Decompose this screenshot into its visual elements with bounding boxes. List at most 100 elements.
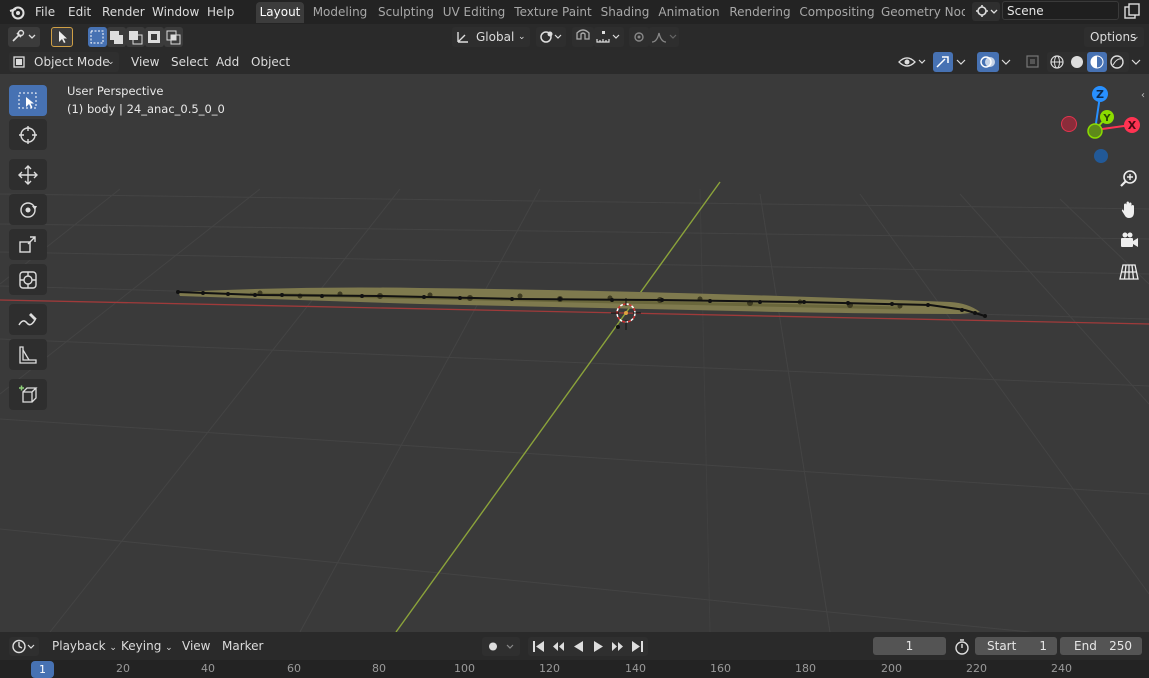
- proportional-falloff-icon[interactable]: [649, 27, 679, 47]
- jump-to-prev-keyframe-icon[interactable]: [548, 637, 568, 656]
- menu-help[interactable]: Help: [201, 3, 240, 21]
- solid-shading-icon[interactable]: [1067, 52, 1087, 72]
- overlays-dropdown-icon[interactable]: [999, 52, 1015, 72]
- select-box-tool-icon[interactable]: [9, 85, 47, 116]
- rotate-tool-icon[interactable]: [9, 194, 47, 225]
- scale-tool-icon[interactable]: [9, 229, 47, 260]
- tab-compositing[interactable]: Compositing: [799, 2, 875, 23]
- editor-type-dropdown[interactable]: [8, 27, 40, 47]
- sidebar-toggle-icon[interactable]: ‹: [1141, 90, 1145, 101]
- tab-uv-editing[interactable]: UV Editing: [442, 2, 506, 23]
- 3d-viewport[interactable]: User Perspective (1) body | 24_anac_0.5_…: [0, 74, 1149, 632]
- tab-modeling[interactable]: Modeling: [310, 2, 370, 23]
- transform-orientation-dropdown[interactable]: Global ⌄: [452, 27, 530, 47]
- xray-toggle-icon[interactable]: [1024, 52, 1042, 72]
- annotate-tool-icon[interactable]: [9, 304, 47, 335]
- auto-keying-toggle[interactable]: [482, 637, 520, 656]
- menu-window[interactable]: Window: [146, 3, 205, 21]
- start-frame-value: 1: [1039, 639, 1047, 653]
- navigation-gizmo[interactable]: Z Y X: [1058, 84, 1144, 168]
- ruler-tick: 160: [710, 662, 731, 675]
- tool-settings-header: Global ⌄ Options ⌄: [0, 24, 1149, 50]
- y-axis-line: [395, 181, 721, 632]
- gizmo-neg-y-icon: [1087, 123, 1103, 139]
- scene-selector-icon[interactable]: [972, 2, 1000, 21]
- snap-target-icon[interactable]: [594, 27, 624, 47]
- preview-range-stopwatch-icon[interactable]: [952, 637, 972, 656]
- shading-dropdown-icon[interactable]: [1129, 52, 1145, 72]
- cursor-tool-icon[interactable]: [9, 119, 47, 150]
- gizmo-dropdown-icon[interactable]: [954, 52, 970, 72]
- keying-menu[interactable]: Keying ⌄: [116, 637, 178, 655]
- selection-new-icon[interactable]: [88, 27, 107, 47]
- current-frame-indicator[interactable]: 1: [31, 661, 54, 678]
- material-preview-shading-icon[interactable]: [1087, 52, 1107, 72]
- pivot-point-icon[interactable]: [536, 27, 566, 47]
- selection-invert-icon[interactable]: [145, 27, 164, 47]
- orthographic-toggle-icon[interactable]: [1117, 260, 1141, 284]
- view-perspective-label: User Perspective: [67, 84, 164, 98]
- new-scene-icon[interactable]: [1122, 2, 1142, 21]
- mode-dropdown[interactable]: Object Mode ⌄: [9, 52, 119, 72]
- menu-file[interactable]: File: [29, 3, 61, 21]
- timeline-header: Playback ⌄ Keying ⌄ View Marker 1 Start …: [0, 632, 1149, 660]
- timeline-view-menu[interactable]: View: [177, 637, 215, 655]
- tab-sculpting[interactable]: Sculpting: [376, 2, 436, 23]
- gizmo-neg-z-icon: [1094, 149, 1108, 163]
- menu-edit[interactable]: Edit: [62, 3, 97, 21]
- active-object-label: (1) body | 24_anac_0.5_0_0: [67, 102, 225, 116]
- play-icon[interactable]: [588, 637, 608, 656]
- gizmo-toggle-icon[interactable]: [933, 52, 953, 72]
- proportional-editing-icon[interactable]: [629, 27, 649, 47]
- add-menu[interactable]: Add: [211, 53, 244, 71]
- selection-intersect-icon[interactable]: [164, 27, 183, 47]
- keying-menu-label: Keying: [121, 639, 162, 653]
- camera-view-icon[interactable]: [1117, 229, 1141, 253]
- object-menu[interactable]: Object: [246, 53, 295, 71]
- play-reverse-icon[interactable]: [568, 637, 588, 656]
- end-frame-field[interactable]: End 250: [1060, 637, 1142, 655]
- options-dropdown[interactable]: Options ⌄: [1084, 27, 1144, 47]
- tab-rendering[interactable]: Rendering: [728, 2, 792, 23]
- tab-shading[interactable]: Shading: [599, 2, 651, 23]
- anaconda-body-mesh[interactable]: [176, 287, 987, 319]
- jump-to-end-icon[interactable]: [628, 637, 648, 656]
- blender-logo-icon[interactable]: [8, 3, 26, 21]
- ruler-tick: 20: [116, 662, 130, 675]
- chevron-down-icon: ⌄: [518, 32, 526, 42]
- selection-extend-icon[interactable]: [107, 27, 126, 47]
- timeline-editor-type-icon[interactable]: [9, 637, 39, 656]
- snap-toggle-icon[interactable]: [572, 27, 594, 47]
- measure-tool-icon[interactable]: [9, 339, 47, 370]
- jump-to-next-keyframe-icon[interactable]: [608, 637, 628, 656]
- ruler-tick: 60: [287, 662, 301, 675]
- start-frame-field[interactable]: Start 1: [975, 637, 1057, 655]
- chevron-down-icon: ⌄: [1132, 32, 1140, 42]
- tab-layout[interactable]: Layout: [256, 2, 304, 23]
- view-menu[interactable]: View: [126, 53, 164, 71]
- wireframe-shading-icon[interactable]: [1047, 52, 1067, 72]
- tab-texture-paint[interactable]: Texture Paint: [513, 2, 593, 23]
- tab-animation[interactable]: Animation: [657, 2, 721, 23]
- zoom-icon[interactable]: [1117, 167, 1141, 191]
- overlays-toggle-icon[interactable]: [977, 52, 999, 72]
- chevron-down-icon: ⌄: [165, 643, 173, 653]
- current-frame-field[interactable]: 1: [873, 637, 946, 655]
- scene-name-input[interactable]: Scene: [1002, 1, 1119, 20]
- marker-menu[interactable]: Marker: [217, 637, 268, 655]
- ruler-tick: 240: [1051, 662, 1072, 675]
- ruler-tick: 100: [454, 662, 475, 675]
- playback-menu[interactable]: Playback ⌄: [47, 637, 122, 655]
- tab-geometry-nodes[interactable]: Geometry Nod: [881, 2, 965, 23]
- add-cube-tool-icon[interactable]: [9, 379, 47, 410]
- transform-tool-icon[interactable]: [9, 264, 47, 295]
- move-tool-icon[interactable]: [9, 159, 47, 190]
- visibility-eye-icon[interactable]: [897, 52, 929, 72]
- jump-to-start-icon[interactable]: [528, 637, 548, 656]
- pan-hand-icon[interactable]: [1117, 198, 1141, 222]
- select-menu[interactable]: Select: [166, 53, 213, 71]
- selection-subtract-icon[interactable]: [126, 27, 145, 47]
- menu-render[interactable]: Render: [96, 3, 151, 21]
- rendered-shading-icon[interactable]: [1107, 52, 1127, 72]
- select-tool-icon[interactable]: [51, 27, 73, 47]
